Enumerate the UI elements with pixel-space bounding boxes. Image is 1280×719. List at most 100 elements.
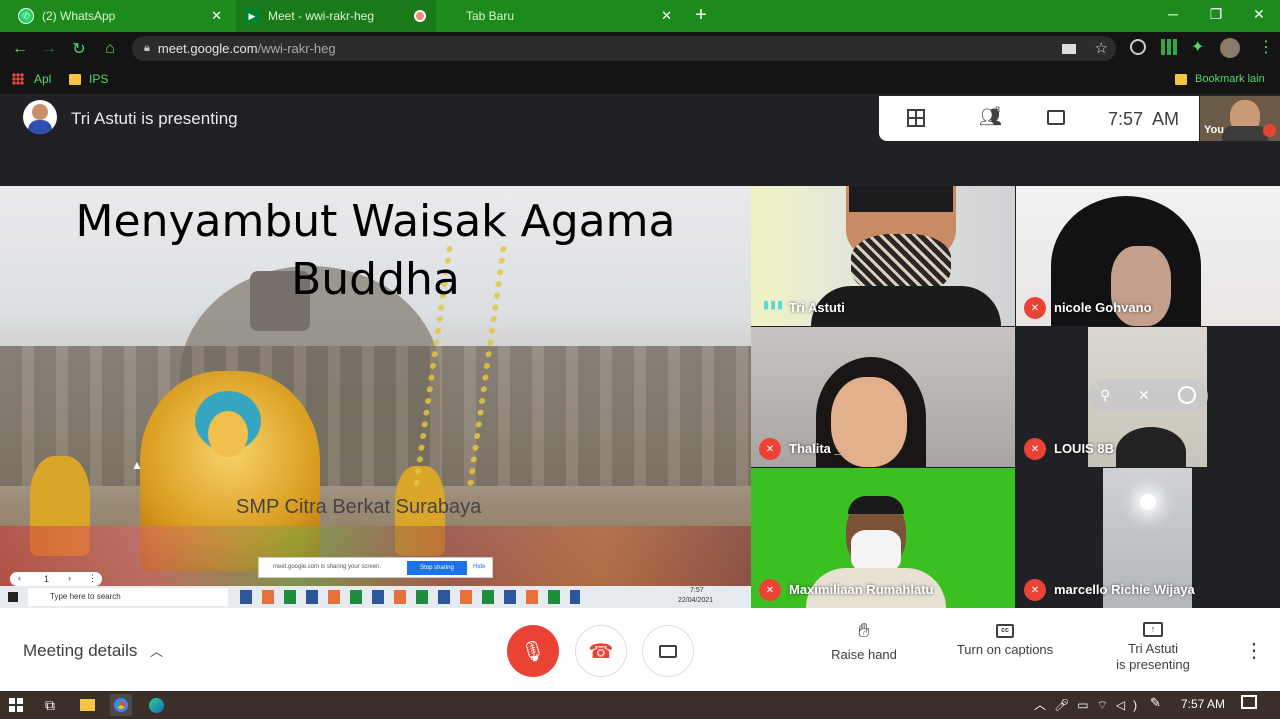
google-meet-icon: ▶: [244, 8, 260, 24]
participant-name: Tri Astuti: [789, 300, 845, 315]
edge-icon[interactable]: [145, 694, 167, 716]
home-button[interactable]: ⌂: [99, 38, 121, 60]
participant-tile[interactable]: ▮▮▮ Tri Astuti: [751, 186, 1015, 326]
close-icon[interactable]: ✕: [661, 8, 672, 24]
bookmark-ips[interactable]: IPS: [69, 70, 108, 88]
stop-sharing-button[interactable]: Stop sharing: [407, 561, 467, 575]
meeting-details-button[interactable]: Meeting details ︿: [23, 641, 163, 661]
forward-button[interactable]: →: [38, 38, 60, 60]
participant-tile[interactable]: ✕ Thalita _: [751, 327, 1015, 467]
speaking-indicator-icon: ▮▮▮: [763, 299, 785, 311]
bookmark-label: IPS: [89, 72, 109, 86]
prev-page-icon[interactable]: ‹: [18, 573, 21, 583]
back-button[interactable]: ←: [9, 38, 31, 60]
puzzle-icon[interactable]: ✦: [1191, 37, 1204, 57]
pen-icon[interactable]: ✎: [1150, 695, 1161, 711]
chevron-up-icon: ︿: [150, 644, 164, 659]
participant-tile[interactable]: ⚲ ✕ ✕ LOUIS 8B: [1016, 327, 1280, 467]
tab-whatsapp[interactable]: ✆ (2) WhatsApp ✕: [10, 0, 230, 32]
windows-start-button[interactable]: [5, 694, 27, 716]
more-vert-icon[interactable]: ⋮: [1258, 37, 1274, 57]
system-tray-icons[interactable]: ︿🎤︎▭⌔◁): [1034, 696, 1145, 713]
layout-grid-icon[interactable]: [907, 109, 925, 127]
windows-logo-icon: [9, 698, 23, 712]
star-icon[interactable]: ☆: [1095, 39, 1108, 57]
apps-grid-icon: [12, 73, 24, 85]
taskbar-clock[interactable]: 7:57 AM: [1181, 697, 1225, 711]
url-path: /wwi-rakr-heg: [257, 41, 336, 56]
participant-name: marcello Richie Wijaya: [1054, 582, 1195, 597]
mute-participant-icon[interactable]: ✕: [1138, 387, 1150, 404]
camera-toggle-button[interactable]: [642, 625, 694, 677]
close-window-button[interactable]: ✕: [1238, 0, 1280, 28]
more-options-icon[interactable]: ⋮: [1244, 638, 1264, 663]
captions-button[interactable]: cc Turn on captions: [940, 620, 1070, 658]
chat-icon[interactable]: [1047, 110, 1065, 125]
file-explorer-icon[interactable]: [76, 694, 98, 716]
meet-top-controls: 👥︎ 8 7:57 AM: [879, 96, 1199, 141]
present-screen-icon: ↑: [1143, 622, 1163, 637]
lock-icon: 🔒︎: [144, 42, 150, 54]
more-vert-icon[interactable]: ⋮: [88, 573, 97, 584]
tile-hover-controls: ⚲ ✕: [1088, 379, 1208, 413]
search-placeholder: Type here to search: [50, 592, 121, 601]
raise-hand-label: Raise hand: [831, 647, 897, 662]
participant-count-badge: 8: [995, 105, 1001, 115]
slide-title-line: Buddha: [291, 254, 460, 305]
participant-tile[interactable]: ✕ nicole Gohvano: [1016, 186, 1280, 326]
bookmark-label: Apl: [34, 72, 52, 86]
presentation-button[interactable]: ↑ Tri Astuti is presenting: [1088, 620, 1218, 673]
profile-avatar[interactable]: [1220, 38, 1240, 58]
tab-new-tab[interactable]: Tab Baru ✕: [440, 0, 680, 32]
self-label: You: [1204, 124, 1224, 136]
mouse-cursor: ▲: [131, 458, 143, 472]
camera-icon[interactable]: [1062, 44, 1076, 54]
mic-off-icon: ✕: [1024, 297, 1046, 319]
address-bar[interactable]: 🔒︎ meet.google.com/wwi-rakr-heg ☆: [132, 36, 1116, 61]
remove-icon[interactable]: [1178, 386, 1196, 404]
slide-subtitle: SMP Citra Berkat Surabaya: [236, 496, 482, 518]
shared-taskbar: Type here to search 7:57 22/04/2021: [0, 586, 751, 608]
whatsapp-icon: ✆: [18, 8, 34, 24]
self-view-tile[interactable]: You: [1200, 96, 1280, 141]
bookmark-label: Bookmark lain: [1195, 73, 1265, 85]
hide-button[interactable]: Hide: [473, 564, 485, 570]
closed-captions-icon: cc: [996, 624, 1014, 638]
chrome-taskbar-icon[interactable]: [110, 694, 132, 716]
minimize-button[interactable]: ─: [1152, 0, 1194, 28]
close-icon[interactable]: ✕: [211, 8, 222, 24]
sheets-extension-icon[interactable]: [1161, 39, 1177, 55]
participant-name: LOUIS 8B: [1054, 441, 1114, 456]
new-tab-button[interactable]: +: [690, 5, 712, 27]
page-number: 1: [44, 574, 50, 584]
bookmark-other[interactable]: Bookmark lain: [1175, 70, 1265, 88]
raise-hand-button[interactable]: ✋︎ Raise hand: [799, 620, 929, 663]
extension-icon[interactable]: [1130, 39, 1146, 55]
reload-button[interactable]: ↻: [68, 38, 90, 60]
presentation-label: Tri Astuti: [1127, 641, 1179, 656]
avatar: [23, 100, 57, 134]
tab-meet[interactable]: ▶ Meet - wwi-rakr-heg: [236, 0, 436, 32]
task-view-icon[interactable]: ⧉: [39, 694, 61, 716]
bookmark-apps[interactable]: Apl: [12, 70, 51, 88]
pin-icon[interactable]: ⚲: [1100, 387, 1110, 404]
participant-name: Thalita _: [789, 441, 842, 456]
mic-off-icon: ✕: [759, 579, 781, 601]
leave-call-button[interactable]: ☎︎: [575, 625, 627, 677]
participant-tile[interactable]: ✕ marcello Richie Wijaya: [1016, 468, 1280, 608]
maximize-button[interactable]: ❐: [1195, 0, 1237, 28]
slide-title-line: Menyambut Waisak Agama: [75, 196, 676, 247]
notification-icon[interactable]: [1241, 695, 1257, 709]
meeting-details-label: Meeting details: [23, 641, 138, 660]
windows-start-icon: [8, 592, 18, 602]
presentation-label: is presenting: [1116, 657, 1190, 672]
slide-page-nav: ‹ 1 › ⋮: [10, 572, 102, 586]
next-page-icon[interactable]: ›: [68, 573, 71, 583]
microphone-toggle-button[interactable]: 🎙︎: [507, 625, 559, 677]
participant-tile[interactable]: ✕ Maximiliaan Rumahlatu: [751, 468, 1015, 608]
shared-taskbar-apps: [240, 590, 580, 604]
hang-up-icon: ☎︎: [588, 640, 614, 663]
tab-label: Meet - wwi-rakr-heg: [268, 9, 375, 23]
mic-off-icon: 🎙︎: [520, 640, 546, 663]
folder-icon: [1175, 73, 1187, 85]
